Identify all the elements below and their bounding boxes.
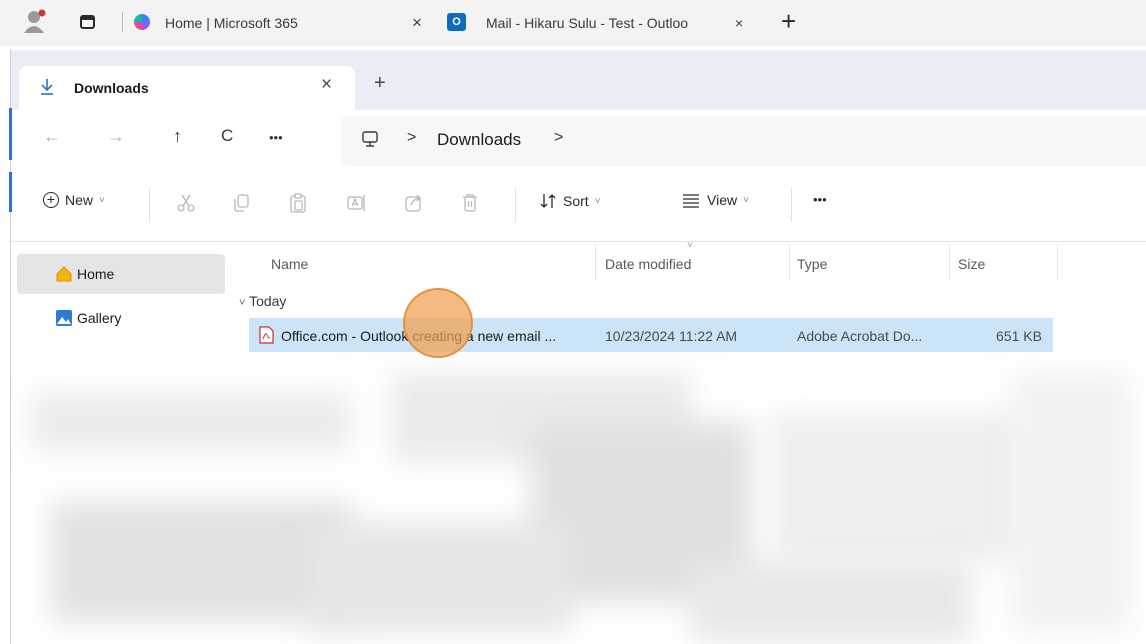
chevron-down-icon: ˅ bbox=[99, 194, 105, 206]
file-row[interactable]: Office.com - Outlook creating a new emai… bbox=[249, 318, 1053, 352]
browser-tab-microsoft365[interactable]: Home | Microsoft 365 bbox=[165, 0, 415, 46]
column-divider[interactable] bbox=[595, 244, 596, 280]
outlook-icon: O bbox=[447, 13, 466, 31]
sort-indicator-icon: ˅ bbox=[687, 240, 693, 251]
command-separator bbox=[149, 188, 150, 222]
cut-icon[interactable] bbox=[175, 192, 197, 214]
sort-icon bbox=[540, 194, 556, 208]
microsoft365-icon bbox=[134, 14, 150, 30]
up-button[interactable]: ↑ bbox=[173, 126, 182, 147]
chevron-down-icon: ˅ bbox=[594, 195, 601, 207]
pdf-icon bbox=[259, 326, 274, 344]
back-button[interactable]: ← bbox=[43, 126, 61, 147]
file-type: Adobe Acrobat Do... bbox=[797, 328, 923, 344]
view-icon bbox=[683, 194, 699, 208]
new-button-label: New bbox=[65, 192, 94, 208]
refresh-button[interactable]: C bbox=[221, 126, 233, 146]
column-header-type[interactable]: Type bbox=[797, 256, 827, 272]
rename-icon[interactable] bbox=[345, 192, 367, 214]
command-separator bbox=[791, 188, 792, 222]
copy-icon[interactable] bbox=[231, 192, 253, 214]
home-icon bbox=[56, 266, 72, 282]
column-header-size[interactable]: Size bbox=[958, 256, 985, 272]
column-divider[interactable] bbox=[789, 244, 790, 280]
sidebar-item-home[interactable]: Home bbox=[17, 254, 225, 294]
strip-divider bbox=[122, 12, 123, 32]
avatar-icon[interactable] bbox=[24, 9, 46, 33]
tab-actions-icon[interactable] bbox=[80, 15, 95, 29]
new-button[interactable]: + New ˅ bbox=[43, 192, 105, 208]
browser-tab-outlook[interactable]: Mail - Hikaru Sulu - Test - Outloo bbox=[486, 0, 728, 46]
browser-tab-strip: Home | Microsoft 365 × O Mail - Hikaru S… bbox=[0, 0, 1146, 46]
view-button-label: View bbox=[707, 192, 738, 208]
explorer-tab-title: Downloads bbox=[74, 80, 149, 96]
breadcrumb-separator[interactable]: > bbox=[407, 129, 416, 147]
command-separator bbox=[515, 188, 516, 222]
new-browser-tab-button[interactable]: + bbox=[781, 6, 796, 37]
more-nav-button[interactable]: ••• bbox=[269, 130, 283, 145]
address-row: ← → ↑ C ••• > Downloads > bbox=[11, 112, 1146, 170]
gallery-icon bbox=[56, 310, 72, 326]
view-button[interactable]: View ˅ bbox=[681, 192, 749, 208]
close-icon[interactable]: × bbox=[321, 74, 332, 96]
file-explorer-window: Downloads × + ← → ↑ C ••• > Downloads > … bbox=[9, 50, 1146, 644]
sidebar-item-label: Gallery bbox=[77, 310, 122, 326]
address-bar[interactable]: > Downloads > bbox=[341, 116, 1146, 166]
delete-icon[interactable] bbox=[459, 192, 481, 214]
breadcrumb-downloads[interactable]: Downloads bbox=[437, 130, 521, 150]
see-more-button[interactable]: ••• bbox=[813, 192, 827, 207]
download-icon bbox=[41, 79, 53, 95]
blurred-content bbox=[11, 352, 1146, 644]
close-tab-icon[interactable]: × bbox=[412, 0, 422, 46]
breadcrumb-separator[interactable]: > bbox=[554, 129, 563, 147]
command-bar: + New ˅ Sort ˅ View ˅ ••• bbox=[11, 170, 1146, 242]
computer-icon bbox=[362, 131, 378, 147]
chevron-down-icon: ˅ bbox=[743, 194, 749, 206]
close-tab-icon[interactable]: × bbox=[735, 0, 743, 46]
group-header-today[interactable]: ˅ Today bbox=[239, 293, 286, 309]
column-header-date-modified[interactable]: Date modified bbox=[605, 256, 691, 272]
browser-tab-title: Mail - Hikaru Sulu - Test - Outloo bbox=[486, 15, 689, 31]
column-divider[interactable] bbox=[1057, 244, 1058, 280]
click-indicator bbox=[403, 288, 473, 358]
sidebar-item-label: Home bbox=[77, 266, 115, 282]
browser-tab-title: Home | Microsoft 365 bbox=[165, 15, 298, 31]
column-header-name[interactable]: Name bbox=[271, 256, 308, 272]
share-icon[interactable] bbox=[403, 192, 425, 214]
sort-button[interactable]: Sort ˅ bbox=[539, 192, 601, 210]
new-explorer-tab-button[interactable]: + bbox=[374, 72, 386, 95]
file-date-modified: 10/23/2024 11:22 AM bbox=[605, 328, 738, 344]
column-divider[interactable] bbox=[949, 244, 950, 280]
forward-button[interactable]: → bbox=[107, 126, 125, 147]
group-label: Today bbox=[249, 293, 287, 309]
file-size: 651 KB bbox=[996, 328, 1042, 344]
explorer-tab-downloads[interactable]: Downloads × bbox=[19, 66, 355, 112]
chevron-down-icon: ˅ bbox=[239, 297, 246, 309]
sort-button-label: Sort bbox=[563, 193, 589, 209]
navigation-pane: Home Gallery bbox=[11, 242, 229, 352]
explorer-tab-bar: Downloads × + bbox=[11, 50, 1146, 112]
sidebar-item-gallery[interactable]: Gallery bbox=[17, 298, 225, 338]
add-icon: + bbox=[43, 192, 59, 208]
paste-icon[interactable] bbox=[287, 192, 309, 214]
